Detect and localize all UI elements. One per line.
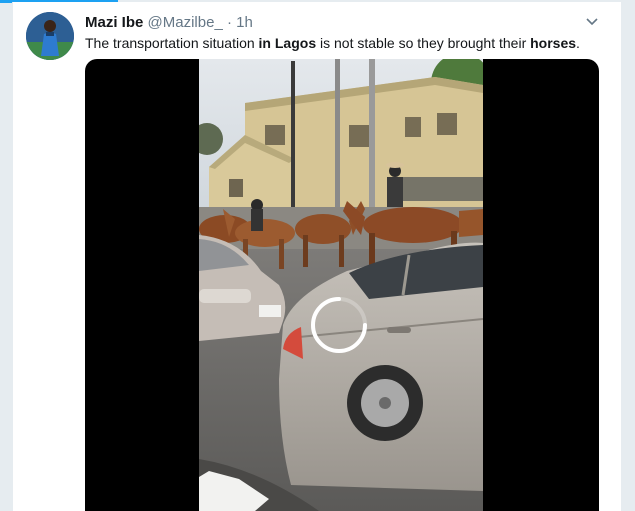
tweet-card[interactable]: Mazi Ibe @Mazilbe_ · 1h The transportati… xyxy=(12,2,622,511)
video-frame[interactable] xyxy=(199,59,483,511)
loading-spinner-icon xyxy=(309,295,369,355)
author-name[interactable]: Mazi Ibe xyxy=(85,14,143,31)
header-separator: · xyxy=(226,14,232,31)
tweet-text: The transportation situation in Lagos is… xyxy=(85,33,605,53)
tweet-timestamp[interactable]: 1h xyxy=(236,14,253,31)
video-player[interactable] xyxy=(85,59,599,511)
user-avatar[interactable] xyxy=(26,12,74,60)
tweet-header: Mazi Ibe @Mazilbe_ · 1h xyxy=(85,13,253,33)
tweet-text-part: is not stable so they brought their xyxy=(316,35,531,51)
tweet-text-bold: in Lagos xyxy=(258,35,317,51)
tweet-text-part: . xyxy=(576,35,580,51)
chevron-down-icon[interactable] xyxy=(582,12,602,32)
tweet-text-bold: horses xyxy=(530,35,577,51)
author-handle[interactable]: @Mazilbe_ xyxy=(148,14,223,31)
tweet-text-part: The transportation situation xyxy=(85,35,259,51)
